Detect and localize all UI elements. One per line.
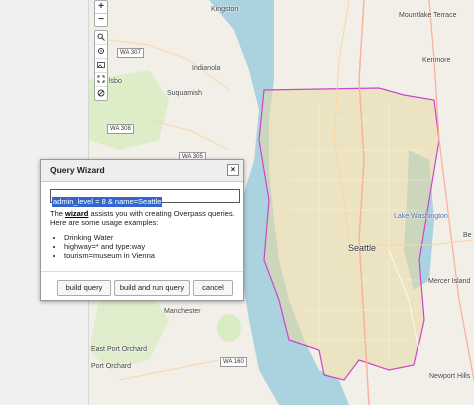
cancel-button[interactable]: cancel (193, 280, 233, 296)
dialog-buttons: build query build and run query cancel (41, 271, 243, 300)
fullscreen-icon[interactable] (95, 73, 107, 87)
map-label-kingston: Kingston (211, 6, 239, 13)
dialog-header: Query Wizard × (41, 160, 243, 182)
example-item: Drinking Water (64, 233, 238, 242)
map-label-kitsap-partial: lsbo (109, 78, 122, 85)
query-wizard-dialog: Query Wizard × admin_level = 8 & name=Se… (40, 159, 244, 301)
wizard-link[interactable]: wizard (65, 209, 88, 218)
dialog-title: Query Wizard (50, 165, 105, 175)
map-label-east-port-orchard: East Port Orchard (91, 346, 148, 353)
map-label-seattle: Seattle (348, 243, 377, 253)
locate-icon[interactable] (95, 45, 107, 59)
zoom-out-button[interactable]: − (95, 14, 107, 26)
map-tool-controls (94, 30, 108, 101)
intro-text: The wizard assists you with creating Ove… (50, 209, 238, 227)
example-item: highway=* and type:way (64, 242, 238, 251)
road-shield-wa308: WA 308 (107, 124, 134, 134)
map-label-suquamish: Suquamish (167, 90, 203, 97)
map-label-kenmore: Kenmore (422, 57, 451, 64)
map-label-newport-hills: Newport Hills (429, 373, 471, 380)
build-and-run-query-button[interactable]: build and run query (114, 280, 190, 296)
zoom-controls: + − (94, 0, 108, 27)
road-shield-wa307: WA 307 (117, 48, 144, 58)
image-icon[interactable] (95, 59, 107, 73)
zoom-in-button[interactable]: + (95, 1, 107, 14)
map-label-bellevue: Be (463, 232, 472, 239)
build-query-button[interactable]: build query (57, 280, 111, 296)
map-label-port-orchard: Port Orchard (91, 363, 132, 370)
query-input[interactable]: admin_level = 8 & name=Seattle (50, 189, 240, 207)
map-label-mountlake-terrace: Mountlake Terrace (399, 12, 457, 19)
map-label-manchester: Manchester (164, 308, 201, 315)
data-icon[interactable] (95, 87, 107, 100)
road-shield-wa160: WA 160 (220, 357, 247, 367)
map-label-indianola: Indianola (192, 65, 221, 72)
dialog-body: The wizard assists you with creating Ove… (50, 209, 238, 260)
example-item: tourism=museum in Vienna (64, 251, 238, 260)
map-label-lake-washington: Lake Washington (394, 213, 448, 220)
search-icon[interactable] (95, 31, 107, 45)
map-label-mercer-island: Mercer Island (428, 278, 471, 285)
intro-prefix: The (50, 209, 66, 218)
query-input-value: admin_level = 8 & name=Seattle (52, 197, 163, 207)
examples-list: Drinking Water highway=* and type:way to… (50, 233, 238, 260)
close-button[interactable]: × (227, 164, 239, 176)
